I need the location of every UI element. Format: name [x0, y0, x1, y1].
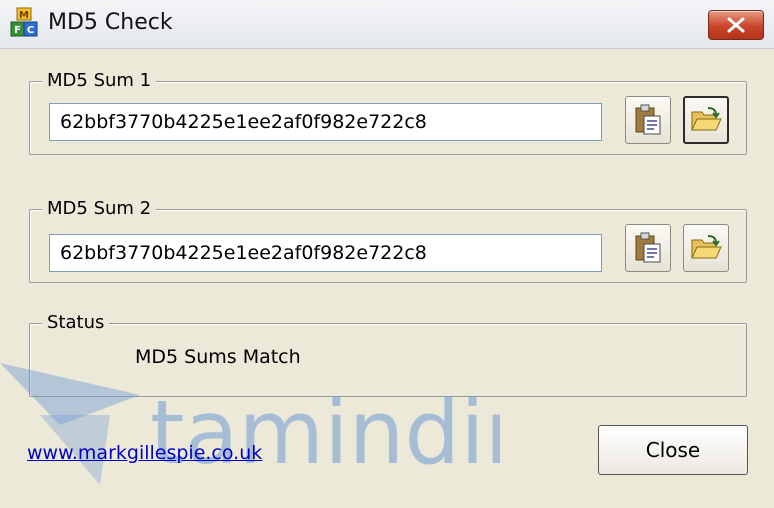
status-legend: Status: [42, 311, 110, 335]
close-button[interactable]: Close: [598, 425, 748, 475]
md5-sum-1-legend: MD5 Sum 1: [42, 69, 157, 93]
close-icon: [727, 17, 745, 33]
svg-text:C: C: [27, 25, 34, 36]
clipboard-paste-icon: [635, 104, 661, 135]
folder-open-icon: [691, 235, 722, 259]
window-title: MD5 Check: [48, 10, 173, 35]
website-link[interactable]: www.markgillespie.co.uk: [27, 442, 262, 464]
md5-app-icon: M F C: [10, 7, 38, 37]
status-message: MD5 Sums Match: [135, 346, 301, 368]
window-close-button[interactable]: [708, 10, 764, 40]
md5-check-window: M F C MD5 Check MD5 Sum 1 62bbf3770b4225…: [0, 0, 774, 508]
clipboard-paste-icon: [635, 232, 661, 263]
folder-open-icon: [691, 107, 722, 131]
md5-sum-1-paste-button[interactable]: [625, 96, 671, 144]
md5-sum-1-open-file-button[interactable]: [683, 96, 729, 144]
md5-sum-2-open-file-button[interactable]: [683, 224, 729, 272]
svg-text:M: M: [19, 10, 29, 21]
svg-text:F: F: [14, 25, 21, 36]
md5-sum-2-legend: MD5 Sum 2: [42, 197, 157, 221]
title-bar[interactable]: M F C MD5 Check: [0, 0, 774, 49]
md5-sum-1-input[interactable]: 62bbf3770b4225e1ee2af0f982e722c8: [49, 103, 602, 141]
md5-sum-2-paste-button[interactable]: [625, 224, 671, 272]
md5-sum-2-input[interactable]: 62bbf3770b4225e1ee2af0f982e722c8: [49, 234, 602, 272]
